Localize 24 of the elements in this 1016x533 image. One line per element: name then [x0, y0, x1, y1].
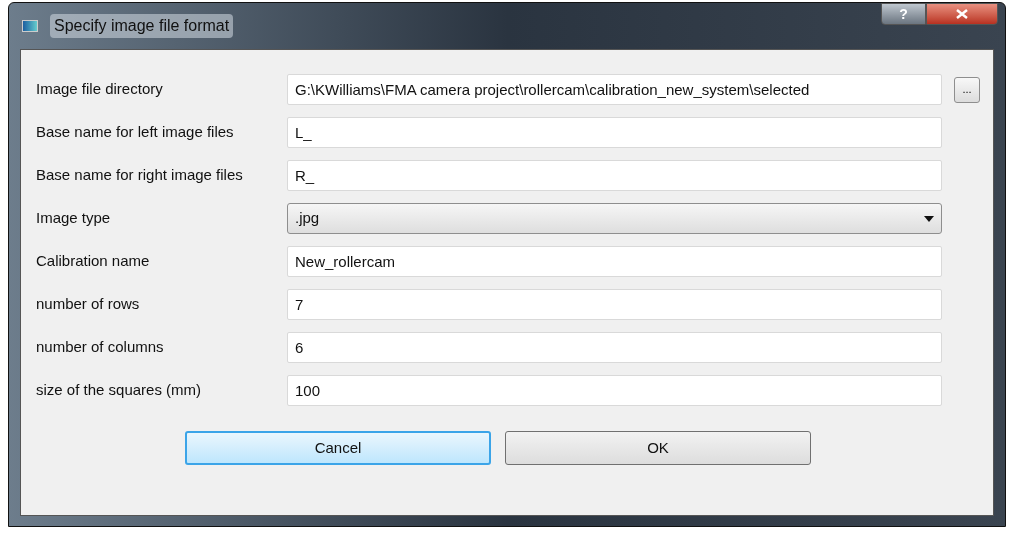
- text-field[interactable]: G:\KWilliams\FMA camera project\rollercam\calibration_new_system\selected: [287, 74, 942, 105]
- field-label: Image file directory: [36, 79, 164, 100]
- field-label: number of rows: [36, 294, 141, 315]
- text-field[interactable]: 7: [287, 289, 942, 320]
- text-field[interactable]: New_rollercam: [287, 246, 942, 277]
- dialog-button[interactable]: OK: [505, 431, 811, 465]
- text-field[interactable]: R_: [287, 160, 942, 191]
- text-field[interactable]: L_: [287, 117, 942, 148]
- close-button[interactable]: [926, 3, 998, 25]
- dialog-button[interactable]: Cancel: [185, 431, 491, 465]
- caret-icon: [924, 215, 934, 222]
- field-label: Calibration name: [36, 251, 151, 272]
- app-icon: [22, 20, 38, 32]
- close-icon: [956, 9, 968, 19]
- text-field[interactable]: 100: [287, 375, 942, 406]
- field-label: Image type: [36, 208, 112, 229]
- browse-button[interactable]: ...: [954, 76, 980, 103]
- dropdown[interactable]: .jpg: [287, 203, 942, 234]
- field-label: number of columns: [36, 337, 165, 358]
- field-label: Base name for left image files: [36, 122, 235, 143]
- field-label: size of the squares (mm): [36, 380, 203, 401]
- text-field[interactable]: 6: [287, 332, 942, 363]
- field-label: Base name for right image files: [36, 165, 244, 186]
- window-title: Specify image file format: [50, 14, 234, 38]
